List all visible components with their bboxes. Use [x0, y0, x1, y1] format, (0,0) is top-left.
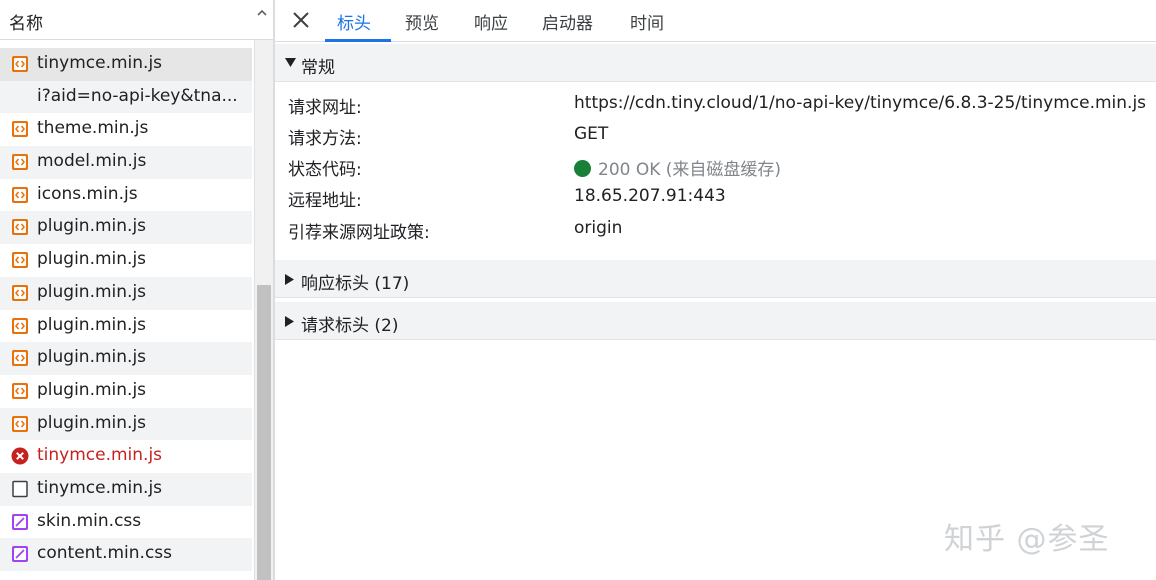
request-row[interactable]: tinymce.min.js	[0, 472, 252, 506]
request-headers-section-header[interactable]: 请求标头 (2)	[275, 302, 1156, 340]
response-headers-title: 响应标头 (17)	[301, 274, 410, 294]
referrer-policy-value: origin	[574, 218, 623, 238]
request-name: icons.min.js	[37, 183, 138, 204]
referrer-policy-label: 引荐来源网址政策:	[288, 223, 430, 243]
request-name: tinymce.min.js	[37, 53, 163, 73]
request-row[interactable]: plugin.min.js	[0, 310, 252, 343]
sort-up-icon[interactable]	[255, 6, 269, 20]
request-method-label: 请求方法:	[288, 129, 362, 149]
request-row[interactable]: plugin.min.js	[0, 211, 252, 245]
script-file-icon	[12, 350, 28, 367]
request-list-panel: 名称 tinymce.min.js i?aid=no-api-key&tna...…	[0, 0, 273, 580]
request-row[interactable]: content.min.css	[0, 538, 252, 571]
response-headers-section-header[interactable]: 响应标头 (17)	[275, 260, 1156, 298]
script-file-icon	[12, 186, 28, 203]
request-name: plugin.min.js	[37, 216, 147, 237]
stylesheet-icon	[12, 546, 28, 563]
active-tab-indicator	[325, 39, 391, 42]
request-name: i?aid=no-api-key&tna...	[37, 85, 238, 106]
request-name: model.min.js	[37, 151, 147, 172]
tab-timing[interactable]: 时间	[630, 9, 664, 34]
name-column-header[interactable]: 名称	[9, 9, 43, 34]
document-icon	[12, 480, 28, 498]
request-row[interactable]: plugin.min.js	[0, 276, 252, 310]
tab-initiator[interactable]: 启动器	[542, 9, 593, 34]
request-headers-title: 请求标头 (2)	[301, 316, 399, 336]
status-code-label: 状态代码:	[288, 160, 362, 180]
request-name: plugin.min.js	[37, 281, 147, 302]
list-scrollbar[interactable]	[254, 40, 273, 580]
script-file-icon	[12, 252, 28, 269]
request-row[interactable]: model.min.js	[0, 146, 252, 179]
script-file-icon	[12, 415, 28, 432]
detail-tabbar: 标头 预览 响应 启动器 时间	[275, 0, 1156, 42]
tab-preview[interactable]: 预览	[405, 9, 439, 34]
request-row[interactable]: tinymce.min.js	[0, 440, 252, 473]
request-detail-panel: 标头 预览 响应 启动器 时间 常规 请求网址: https://cdn.tin…	[275, 0, 1156, 580]
triangle-down-icon	[285, 58, 296, 67]
script-file-icon	[12, 382, 28, 399]
request-name: tinymce.min.js	[37, 477, 163, 498]
request-name: tinymce.min.js	[37, 445, 163, 466]
script-file-icon	[12, 121, 28, 138]
request-method-value: GET	[574, 124, 609, 144]
request-row[interactable]: plugin.min.js	[0, 244, 252, 277]
remote-address-value: 18.65.207.91:443	[574, 186, 726, 206]
request-name: plugin.min.js	[37, 249, 147, 270]
status-text: 200 OK	[598, 160, 661, 180]
script-file-icon	[12, 317, 28, 334]
triangle-right-icon	[285, 316, 294, 327]
tab-headers[interactable]: 标头	[337, 9, 371, 34]
request-name: plugin.min.js	[37, 347, 147, 368]
request-row[interactable]: plugin.min.js	[0, 342, 252, 375]
request-row[interactable]: tinymce.min.js	[0, 48, 252, 81]
watermark: 知乎 @参圣	[944, 522, 1110, 557]
tab-response[interactable]: 响应	[474, 9, 508, 34]
request-name: content.min.css	[37, 543, 173, 564]
request-name: plugin.min.js	[37, 379, 147, 400]
script-file-icon	[12, 154, 28, 171]
request-url-value: https://cdn.tiny.cloud/1/no-api-key/tiny…	[574, 93, 1147, 113]
close-icon[interactable]	[291, 10, 311, 30]
request-row[interactable]: i?aid=no-api-key&tna...	[0, 80, 252, 114]
stylesheet-icon	[12, 513, 28, 530]
error-icon	[11, 447, 29, 465]
scrollbar-thumb[interactable]	[257, 285, 271, 580]
status-code-value: 200 OK (来自磁盘缓存)	[574, 155, 781, 180]
request-row[interactable]: plugin.min.js	[0, 375, 252, 408]
request-name: plugin.min.js	[37, 412, 147, 433]
request-rows: tinymce.min.js i?aid=no-api-key&tna... the…	[0, 48, 252, 571]
script-file-icon	[12, 56, 28, 72]
triangle-right-icon	[285, 274, 294, 285]
request-row[interactable]: theme.min.js	[0, 113, 252, 146]
script-file-icon	[12, 284, 28, 301]
request-row[interactable]: icons.min.js	[0, 179, 252, 212]
script-file-icon	[12, 219, 28, 236]
request-row[interactable]: skin.min.css	[0, 506, 252, 539]
request-name: skin.min.css	[37, 510, 142, 531]
request-url-label: 请求网址:	[288, 98, 362, 118]
request-name: plugin.min.js	[37, 314, 147, 335]
general-section-header[interactable]: 常规	[275, 44, 1156, 82]
remote-address-label: 远程地址:	[288, 191, 362, 211]
status-note: (来自磁盘缓存)	[665, 160, 782, 180]
status-ok-icon	[574, 160, 591, 177]
general-section-title: 常规	[301, 58, 335, 78]
request-row[interactable]: plugin.min.js	[0, 407, 252, 441]
request-name: theme.min.js	[37, 118, 149, 139]
list-header[interactable]: 名称	[0, 0, 273, 40]
